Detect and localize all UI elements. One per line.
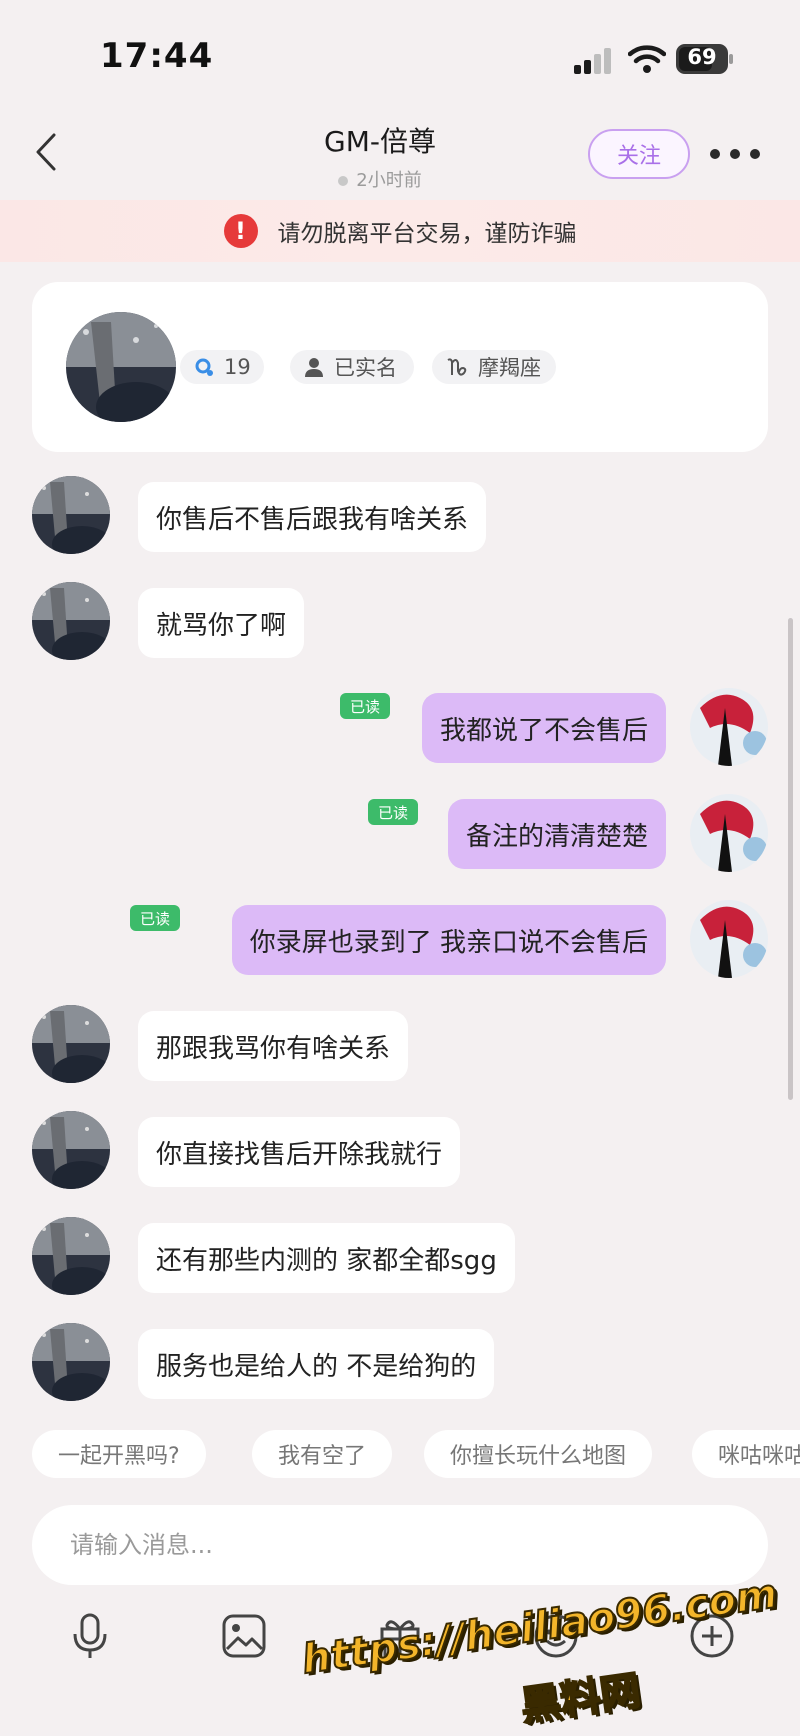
microphone-icon bbox=[73, 1613, 107, 1658]
profile-card[interactable]: 19 已实名 摩羯座 bbox=[32, 282, 768, 452]
battery-level: 69 bbox=[687, 45, 717, 69]
verified-tag: 已实名 bbox=[290, 350, 414, 384]
message-bubble[interactable]: 你录屏也录到了 我亲口说不会售后 bbox=[231, 905, 666, 975]
status-bar: 17:44 69 bbox=[0, 0, 800, 110]
microphone-button[interactable] bbox=[62, 1608, 118, 1664]
image-button[interactable] bbox=[216, 1608, 272, 1664]
avatar[interactable] bbox=[66, 312, 176, 422]
message-bubble[interactable]: 备注的清清楚楚 bbox=[447, 799, 666, 869]
quick-reply[interactable]: 你擅长玩什么地图 bbox=[424, 1430, 653, 1478]
follow-button[interactable]: 关注 bbox=[588, 129, 690, 179]
battery-icon: 69 bbox=[676, 44, 734, 74]
gift-icon bbox=[380, 1620, 420, 1658]
message-bubble[interactable]: 服务也是给人的 不是给狗的 bbox=[138, 1329, 495, 1399]
last-seen: 2小时前 bbox=[300, 166, 460, 192]
read-badge: 已读 bbox=[130, 905, 180, 931]
watermark-name: 黑料网 bbox=[517, 1667, 644, 1731]
status-dot bbox=[338, 176, 349, 186]
message-input-box[interactable] bbox=[32, 1505, 768, 1585]
more-button[interactable] bbox=[710, 138, 760, 170]
avatar[interactable] bbox=[32, 1111, 110, 1189]
back-arrow-icon bbox=[36, 133, 56, 171]
quick-reply[interactable]: 我有空了 bbox=[252, 1430, 393, 1478]
last-seen-text: 2小时前 bbox=[356, 170, 422, 191]
quick-reply[interactable]: 咪咕咪咕 bbox=[692, 1430, 800, 1478]
message-bubble[interactable]: 就骂你了啊 bbox=[138, 588, 305, 658]
avatar[interactable] bbox=[32, 476, 110, 554]
more-dots-icon bbox=[710, 149, 720, 159]
image-icon bbox=[222, 1614, 266, 1658]
message-bubble[interactable]: 你售后不售后跟我有啥关系 bbox=[138, 482, 487, 552]
gift-button[interactable] bbox=[372, 1608, 428, 1664]
message-input[interactable] bbox=[70, 1531, 710, 1559]
quick-reply[interactable]: 一起开黑吗? bbox=[32, 1430, 206, 1478]
exclamation-icon: ! bbox=[223, 214, 258, 248]
warning-text: 请勿脱离平台交易，谨防诈骗 bbox=[277, 221, 577, 247]
message-bubble[interactable]: 那跟我骂你有啥关系 bbox=[138, 1011, 409, 1081]
warning-banner: ! 请勿脱离平台交易，谨防诈骗 bbox=[0, 200, 800, 262]
avatar[interactable] bbox=[32, 582, 110, 660]
capricorn-icon bbox=[446, 357, 468, 377]
emoji-icon bbox=[534, 1614, 578, 1658]
read-badge: 已读 bbox=[340, 693, 390, 719]
back-button[interactable] bbox=[24, 126, 68, 178]
avatar[interactable] bbox=[32, 1005, 110, 1083]
level-value: 19 bbox=[224, 355, 251, 379]
message-bubble[interactable]: 我都说了不会售后 bbox=[421, 693, 666, 763]
status-time: 17:44 bbox=[100, 36, 214, 76]
zodiac-tag: 摩羯座 bbox=[432, 350, 556, 384]
plus-icon bbox=[690, 1614, 734, 1658]
chat-title: GM-倍尊 bbox=[324, 125, 436, 158]
scrollbar[interactable] bbox=[788, 618, 793, 1100]
plus-button[interactable] bbox=[684, 1608, 740, 1664]
person-icon bbox=[304, 357, 324, 377]
level-tag: 19 bbox=[180, 350, 264, 384]
message-bubble[interactable]: 你直接找售后开除我就行 bbox=[138, 1117, 461, 1187]
avatar[interactable] bbox=[32, 1323, 110, 1401]
my-avatar[interactable] bbox=[690, 900, 768, 978]
emoji-button[interactable] bbox=[528, 1608, 584, 1664]
message-bubble[interactable]: 还有那些内测的 家都全都sgg bbox=[138, 1223, 515, 1293]
zodiac-label: 摩羯座 bbox=[478, 356, 541, 380]
signal-icon bbox=[574, 48, 614, 74]
my-avatar[interactable] bbox=[690, 794, 768, 872]
level-icon bbox=[194, 357, 214, 377]
verified-label: 已实名 bbox=[334, 356, 397, 380]
read-badge: 已读 bbox=[368, 799, 418, 825]
my-avatar[interactable] bbox=[690, 688, 768, 766]
wifi-icon bbox=[627, 44, 667, 74]
avatar[interactable] bbox=[32, 1217, 110, 1295]
